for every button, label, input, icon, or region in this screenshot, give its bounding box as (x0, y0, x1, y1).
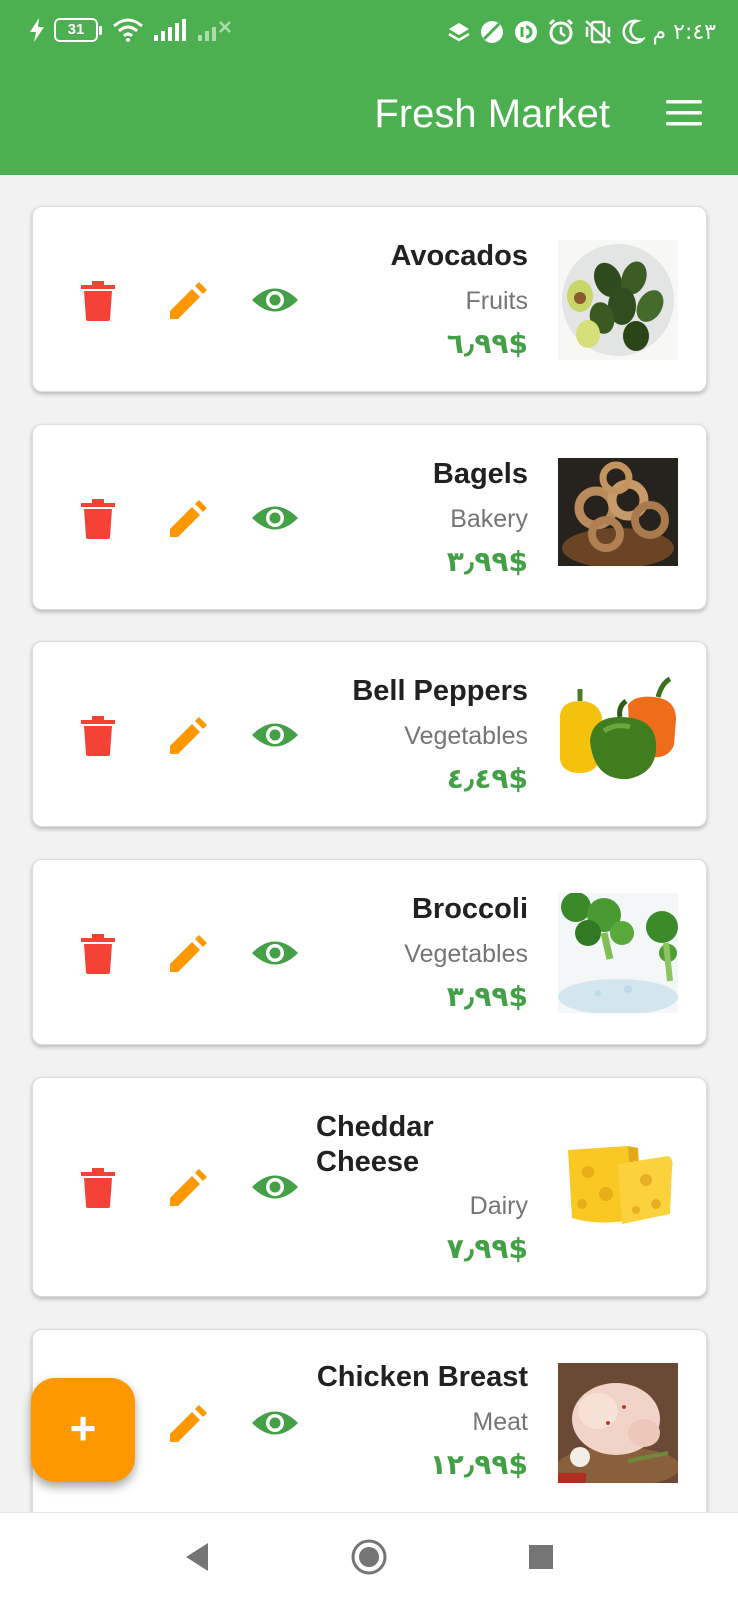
broccoli-photo (558, 893, 678, 1013)
view-button[interactable] (251, 718, 299, 752)
eye-icon (252, 506, 298, 530)
nav-home-button[interactable] (349, 1537, 389, 1577)
delete-button[interactable] (81, 499, 115, 539)
wifi-icon (113, 18, 143, 42)
view-button[interactable] (251, 501, 299, 535)
delete-icon (81, 716, 115, 756)
product-name: Broccoli (411, 893, 528, 925)
delete-button[interactable] (81, 281, 115, 321)
layers-icon (447, 23, 470, 42)
edit-button[interactable] (168, 1168, 208, 1208)
chicken-breast-photo (558, 1363, 678, 1483)
delete-icon (81, 1168, 115, 1208)
delete-button[interactable] (81, 1168, 115, 1208)
edit-icon (170, 1405, 207, 1442)
product-category: Meat (472, 1408, 528, 1436)
view-button[interactable] (251, 1406, 299, 1440)
product-card[interactable]: Bagels Bakery ٣٫٩٩$ (32, 424, 707, 610)
product-category: Vegetables (404, 940, 528, 968)
product-name: Bell Peppers (352, 675, 528, 707)
delete-icon (81, 499, 115, 539)
eye-icon (252, 941, 298, 965)
edit-icon (170, 282, 207, 319)
product-name: Bagels (432, 458, 528, 490)
edit-icon (170, 717, 207, 754)
edit-button[interactable] (168, 1404, 208, 1444)
edit-button[interactable] (168, 716, 208, 756)
product-category: Dairy (469, 1192, 528, 1220)
vibrate-off-icon (584, 20, 611, 44)
eye-icon (252, 288, 298, 312)
menu-icon (666, 100, 702, 126)
eye-icon (252, 1411, 298, 1435)
charging-icon (30, 18, 44, 42)
product-name: Avocados (390, 240, 528, 272)
edit-icon (170, 500, 207, 537)
product-price: ٧٫٩٩$ (446, 1232, 528, 1265)
battery-level: 31 (54, 18, 98, 42)
data-saver-icon (480, 21, 503, 43)
battery-indicator: 31 (54, 18, 102, 42)
signal-no-service-icon (198, 21, 231, 41)
delete-icon (81, 281, 115, 321)
back-icon (186, 1543, 208, 1571)
edit-button[interactable] (168, 499, 208, 539)
app-notification-icon (514, 21, 537, 43)
add-product-button[interactable]: + (31, 1378, 135, 1482)
system-navigation-bar (0, 1512, 738, 1600)
edit-button[interactable] (168, 934, 208, 974)
edit-icon (170, 1169, 207, 1206)
cheddar-cheese-photo (558, 1128, 678, 1248)
nav-back-button[interactable] (178, 1537, 218, 1577)
product-price: ٣٫٩٩$ (446, 980, 528, 1013)
plus-icon: + (69, 1402, 97, 1454)
view-button[interactable] (251, 936, 299, 970)
delete-button[interactable] (81, 934, 115, 974)
eye-icon (252, 723, 298, 747)
product-card[interactable]: Cheddar Cheese Dairy ٧٫٩٩$ (32, 1077, 707, 1297)
product-category: Fruits (465, 287, 529, 315)
delete-icon (81, 934, 115, 974)
home-icon (351, 1539, 387, 1575)
do-not-disturb-moon-icon (621, 19, 645, 44)
bell-peppers-photo (558, 675, 678, 795)
edit-icon (170, 935, 207, 972)
delete-button[interactable] (81, 716, 115, 756)
bagels-photo (558, 458, 678, 570)
product-name: Chicken Breast (316, 1361, 528, 1393)
app-title: Fresh Market (374, 92, 610, 136)
status-bar: 31 ٢:٤٣ م (0, 0, 738, 70)
signal-icon (154, 19, 186, 41)
eye-icon (252, 1175, 298, 1199)
avocados-photo (558, 240, 678, 360)
status-time: ٢:٤٣ م (652, 19, 717, 45)
product-price: ٤٫٤٩$ (446, 762, 528, 795)
alarm-icon (548, 18, 573, 45)
app-bar: 31 ٢:٤٣ م Fresh Market (0, 0, 738, 175)
product-card[interactable]: Broccoli Vegetables ٣٫٩٩$ (32, 859, 707, 1045)
edit-button[interactable] (168, 281, 208, 321)
product-price: ٦٫٩٩$ (446, 327, 528, 360)
product-card[interactable]: Bell Peppers Vegetables ٤٫٤٩$ (32, 641, 707, 827)
nav-recents-button[interactable] (521, 1537, 561, 1577)
view-button[interactable] (251, 1170, 299, 1204)
product-category: Vegetables (404, 722, 528, 750)
product-price: ٣٫٩٩$ (446, 545, 528, 578)
product-name: Cheddar Cheese (316, 1111, 434, 1178)
product-category: Bakery (450, 505, 528, 533)
product-card[interactable]: Avocados Fruits ٦٫٩٩$ (32, 206, 707, 392)
view-button[interactable] (251, 283, 299, 317)
product-list[interactable]: Avocados Fruits ٦٫٩٩$ Bagels Bakery ٣٫٩٩… (0, 175, 738, 1512)
product-price: ١٢٫٩٩$ (429, 1448, 528, 1481)
recents-icon (529, 1545, 553, 1569)
menu-button[interactable] (664, 96, 704, 130)
